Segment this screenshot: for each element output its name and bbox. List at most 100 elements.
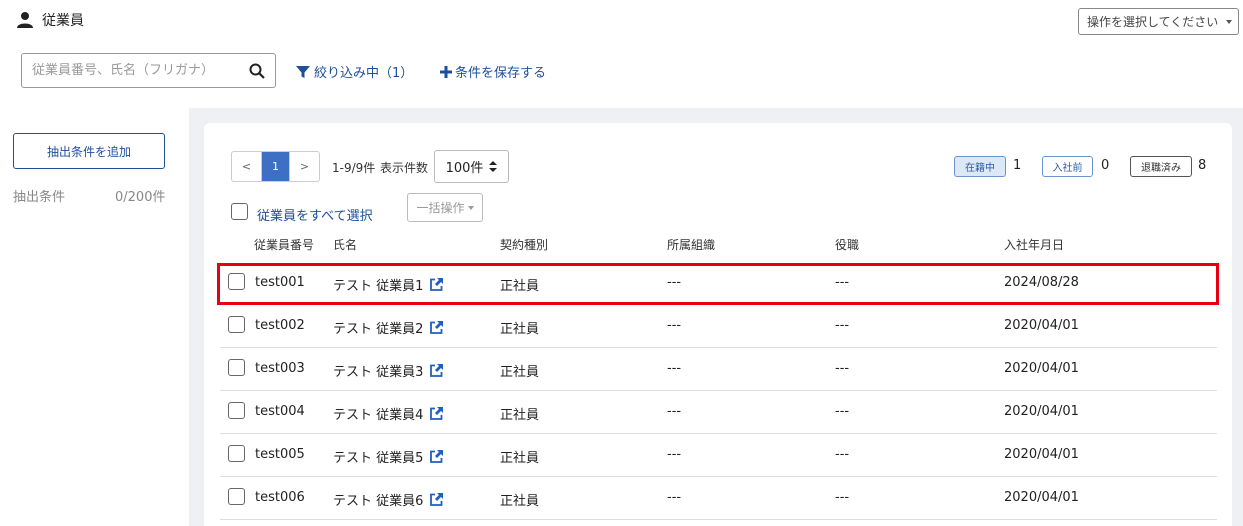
employee-id: test001	[255, 275, 305, 290]
filter-icon	[296, 65, 310, 78]
column-header-contract-type: 契約種別	[500, 238, 549, 252]
row-checkbox[interactable]	[228, 402, 245, 419]
prev-page-button[interactable]: <	[232, 152, 261, 181]
bulk-action-label: 一括操作	[416, 201, 465, 215]
external-link-icon[interactable]	[429, 277, 444, 292]
table-row[interactable]: test005 テスト 従業員5 正社員 --- --- 2020/04/01	[220, 434, 1217, 477]
person-icon	[17, 12, 33, 28]
save-conditions-label: 条件を保存する	[455, 66, 547, 81]
chevron-down-icon	[1226, 19, 1232, 24]
conditions-count: 0/200件	[115, 190, 166, 205]
search-icon[interactable]	[249, 63, 265, 79]
position: ---	[835, 447, 850, 462]
status-count-retired: 8	[1198, 158, 1207, 173]
employee-name-link[interactable]: テスト 従業員2	[333, 318, 423, 337]
employee-name-link[interactable]: テスト 従業員6	[333, 490, 423, 509]
plus-icon	[440, 65, 452, 78]
filter-label: 絞り込み中（1）	[314, 66, 414, 81]
page-title: 従業員	[42, 13, 84, 29]
employee-id: test005	[255, 447, 305, 462]
employee-name-cell: テスト 従業員5	[333, 447, 444, 466]
row-checkbox[interactable]	[228, 445, 245, 462]
column-header-position: 役職	[835, 238, 860, 252]
employee-id: test006	[255, 490, 305, 505]
row-checkbox[interactable]	[228, 359, 245, 376]
external-link-icon[interactable]	[429, 449, 444, 464]
organization: ---	[667, 404, 682, 419]
status-chip-before-joining[interactable]: 入社前	[1042, 156, 1093, 177]
sort-icon	[489, 161, 498, 172]
employee-name-link[interactable]: テスト 従業員3	[333, 361, 423, 380]
organization: ---	[667, 275, 682, 290]
contract-type: 正社員	[500, 365, 540, 380]
operations-select-label: 操作を選択してください	[1087, 15, 1219, 29]
join-date: 2020/04/01	[1004, 447, 1079, 462]
page-header: 従業員	[16, 10, 84, 30]
contract-type: 正社員	[500, 451, 540, 466]
organization: ---	[667, 318, 682, 333]
page-1-button[interactable]: 1	[261, 152, 290, 181]
chevron-down-icon	[467, 205, 474, 210]
select-all-label[interactable]: 従業員をすべて選択	[257, 205, 373, 224]
next-page-button[interactable]: >	[290, 152, 319, 181]
employee-name-cell: テスト 従業員3	[333, 361, 444, 380]
employee-id: test003	[255, 361, 305, 376]
employee-id: test004	[255, 404, 305, 419]
employee-name-link[interactable]: テスト 従業員1	[333, 275, 423, 294]
row-checkbox[interactable]	[228, 316, 245, 333]
save-conditions-link[interactable]: 条件を保存する	[440, 62, 546, 81]
external-link-icon[interactable]	[429, 363, 444, 378]
row-checkbox[interactable]	[228, 488, 245, 505]
row-checkbox[interactable]	[228, 273, 245, 290]
status-chip-retired[interactable]: 退職済み	[1130, 156, 1192, 177]
employee-name-link[interactable]: テスト 従業員4	[333, 404, 423, 423]
position: ---	[835, 275, 850, 290]
select-all: 従業員をすべて選択	[231, 199, 373, 224]
employee-name-cell: テスト 従業員2	[333, 318, 444, 337]
column-header-organization: 所属組織	[667, 238, 716, 252]
filter-link[interactable]: 絞り込み中（1）	[296, 62, 413, 81]
external-link-icon[interactable]	[429, 320, 444, 335]
per-page-select[interactable]: 100件	[434, 150, 509, 183]
join-date: 2020/04/01	[1004, 490, 1079, 505]
search-box	[21, 53, 276, 88]
position: ---	[835, 490, 850, 505]
external-link-icon[interactable]	[429, 406, 444, 421]
table-row[interactable]: test006 テスト 従業員6 正社員 --- --- 2020/04/01	[220, 477, 1217, 520]
pagination: < 1 >	[231, 151, 320, 182]
position: ---	[835, 361, 850, 376]
organization: ---	[667, 361, 682, 376]
status-count-before-joining: 0	[1101, 158, 1110, 173]
join-date: 2020/04/01	[1004, 318, 1079, 333]
column-header-id: 従業員番号	[254, 238, 315, 252]
conditions-label: 抽出条件	[13, 190, 66, 205]
organization: ---	[667, 490, 682, 505]
per-page-value: 100件	[445, 161, 484, 176]
column-header-join-date: 入社年月日	[1004, 238, 1065, 252]
bulk-action-button[interactable]: 一括操作	[407, 193, 483, 222]
select-all-checkbox[interactable]	[231, 203, 248, 220]
status-chip-active[interactable]: 在籍中	[954, 156, 1006, 177]
table-row[interactable]: test002 テスト 従業員2 正社員 --- --- 2020/04/01	[220, 305, 1217, 348]
contract-type: 正社員	[500, 322, 540, 337]
table-row[interactable]: test004 テスト 従業員4 正社員 --- --- 2020/04/01	[220, 391, 1217, 434]
status-count-active: 1	[1013, 158, 1022, 173]
employee-name-link[interactable]: テスト 従業員5	[333, 447, 423, 466]
employee-name-cell: テスト 従業員4	[333, 404, 444, 423]
employee-id: test002	[255, 318, 305, 333]
range-text: 1-9/9件	[332, 161, 376, 175]
operations-select[interactable]: 操作を選択してください	[1078, 8, 1239, 35]
join-date: 2020/04/01	[1004, 404, 1079, 419]
external-link-icon[interactable]	[429, 492, 444, 507]
table-row[interactable]: test003 テスト 従業員3 正社員 --- --- 2020/04/01	[220, 348, 1217, 391]
search-input[interactable]	[32, 63, 249, 78]
contract-type: 正社員	[500, 408, 540, 423]
join-date: 2020/04/01	[1004, 361, 1079, 376]
employee-name-cell: テスト 従業員6	[333, 490, 444, 509]
organization: ---	[667, 447, 682, 462]
contract-type: 正社員	[500, 279, 540, 294]
add-condition-button[interactable]: 抽出条件を追加	[13, 133, 165, 169]
table-row[interactable]: test001 テスト 従業員1 正社員 --- --- 2024/08/28	[220, 262, 1217, 305]
contract-type: 正社員	[500, 494, 540, 509]
position: ---	[835, 318, 850, 333]
